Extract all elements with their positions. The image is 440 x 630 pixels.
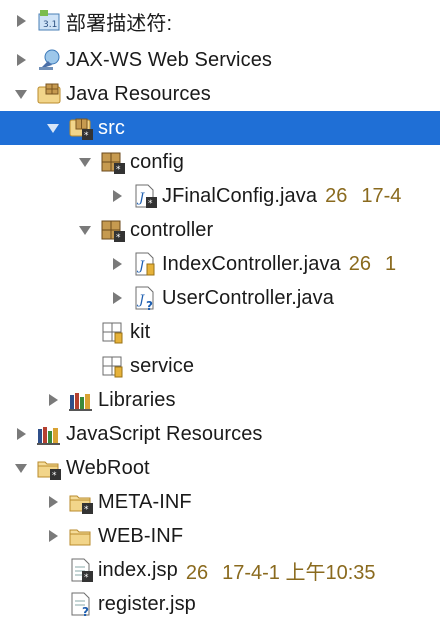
tree-item-label: config (130, 150, 184, 173)
java-file-icon: J (132, 251, 158, 277)
java-resources-icon (36, 81, 62, 107)
chevron-right-icon[interactable] (110, 257, 124, 271)
folder-versioned-icon: * (68, 489, 94, 515)
tree-item-jax-ws[interactable]: JAX-WS Web Services (0, 43, 440, 77)
tree-item-label: 部署描述符: (66, 12, 173, 35)
tree-item-label: index.jsp (98, 558, 178, 581)
tree-item-label: src (98, 116, 125, 139)
folder-versioned-icon: * (36, 455, 62, 481)
project-explorer-tree: 3.1 部署描述符: JAX-WS Web Services Java Reso… (0, 0, 440, 630)
tree-item-label: kit (130, 320, 151, 343)
svg-text:*: * (52, 471, 57, 481)
tree-item-config[interactable]: * config (0, 145, 440, 179)
svg-text:*: * (84, 573, 89, 583)
svg-text:*: * (84, 505, 89, 515)
source-folder-icon: * (68, 115, 94, 141)
chevron-right-icon[interactable] (14, 427, 28, 441)
tree-item-kit[interactable]: kit (0, 315, 440, 349)
package-icon: * (100, 149, 126, 175)
jsp-file-unversioned-icon: ? (68, 591, 94, 617)
tree-item-label: WebRoot (66, 456, 150, 479)
tree-item-label: register.jsp (98, 592, 196, 615)
empty-package-icon (100, 319, 126, 345)
svg-text:*: * (116, 233, 121, 243)
svg-text:?: ? (146, 299, 153, 311)
svg-text:*: * (116, 165, 121, 175)
tree-item-libraries[interactable]: Libraries (0, 383, 440, 417)
chevron-down-icon[interactable] (78, 155, 92, 169)
revision-info: 26 1 (348, 252, 397, 275)
jsp-file-icon: * (68, 557, 94, 583)
java-file-icon: J * (132, 183, 158, 209)
tree-item-usercontroller-java[interactable]: J? UserController.java (0, 281, 440, 315)
tree-item-webroot[interactable]: * WebRoot (0, 451, 440, 485)
tree-item-src[interactable]: * src (0, 111, 440, 145)
tree-item-label: JavaScript Resources (66, 422, 263, 445)
chevron-right-icon[interactable] (46, 495, 60, 509)
tree-item-label: JAX-WS Web Services (66, 48, 273, 71)
chevron-right-icon[interactable] (14, 53, 28, 67)
tree-item-label: service (130, 354, 195, 377)
tree-item-label: Java Resources (66, 82, 211, 105)
folder-icon (68, 523, 94, 549)
libraries-icon (68, 387, 94, 413)
revision-info: 26 17-4-1 上午10:35 (185, 561, 376, 584)
chevron-down-icon[interactable] (78, 223, 92, 237)
tree-item-label: JFinalConfig.java (162, 184, 318, 207)
tree-item-jfinalconfig-java[interactable]: J * JFinalConfig.java 26 17-4 (0, 179, 440, 213)
svg-text:3.1: 3.1 (43, 20, 57, 30)
chevron-down-icon[interactable] (46, 121, 60, 135)
tree-item-register-jsp[interactable]: ? register.jsp (0, 587, 440, 621)
tree-item-label: IndexController.java (162, 252, 341, 275)
chevron-right-icon[interactable] (14, 14, 28, 28)
package-icon: * (100, 217, 126, 243)
tree-item-controller[interactable]: * controller (0, 213, 440, 247)
tree-item-java-resources[interactable]: Java Resources (0, 77, 440, 111)
empty-package-icon (100, 353, 126, 379)
tree-item-index-jsp[interactable]: * index.jsp 26 17-4-1 上午10:35 (0, 553, 440, 587)
chevron-right-icon[interactable] (46, 529, 60, 543)
svg-text:*: * (148, 199, 153, 209)
java-file-unversioned-icon: J? (132, 285, 158, 311)
tree-item-web-inf[interactable]: WEB-INF (0, 519, 440, 553)
chevron-right-icon[interactable] (110, 189, 124, 203)
tree-item-deployment-descriptor[interactable]: 3.1 部署描述符: (0, 4, 440, 38)
tree-item-label: WEB-INF (98, 524, 184, 547)
svg-text:*: * (84, 131, 89, 141)
tree-item-service[interactable]: service (0, 349, 440, 383)
tree-item-label: META-INF (98, 490, 192, 513)
chevron-down-icon[interactable] (14, 461, 28, 475)
deployment-descriptor-icon: 3.1 (36, 8, 62, 34)
chevron-right-icon[interactable] (46, 393, 60, 407)
chevron-down-icon[interactable] (14, 87, 28, 101)
tree-item-meta-inf[interactable]: * META-INF (0, 485, 440, 519)
svg-text:?: ? (82, 605, 89, 617)
tree-item-indexcontroller-java[interactable]: J IndexController.java 26 1 (0, 247, 440, 281)
web-services-icon (36, 47, 62, 73)
tree-item-label: Libraries (98, 388, 176, 411)
revision-info: 26 17-4 (325, 184, 402, 207)
chevron-right-icon[interactable] (110, 291, 124, 305)
tree-item-javascript-resources[interactable]: JavaScript Resources (0, 417, 440, 451)
tree-item-label: UserController.java (162, 286, 334, 309)
tree-item-label: controller (130, 218, 214, 241)
libraries-icon (36, 421, 62, 447)
